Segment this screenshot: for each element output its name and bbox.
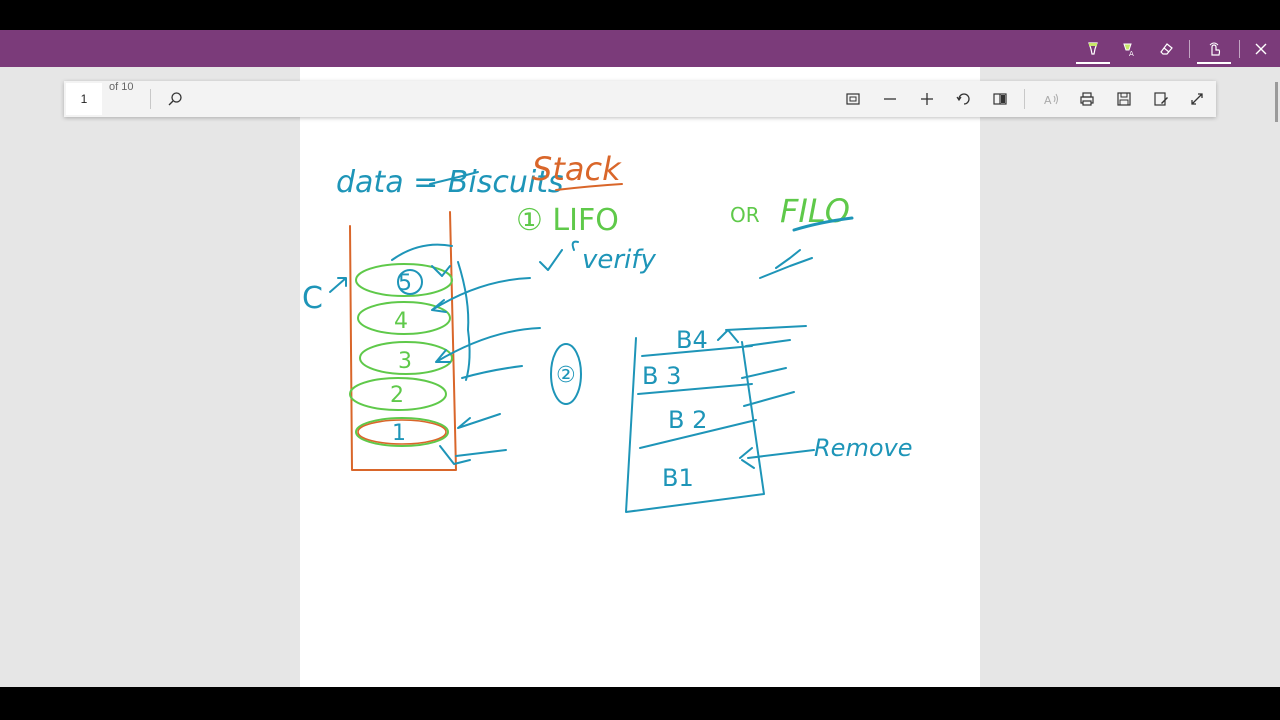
- or-text: OR: [730, 203, 760, 227]
- arrow-icon: [461, 365, 523, 379]
- zoom-out-icon[interactable]: [875, 84, 905, 114]
- toolbar-divider: [1024, 89, 1025, 109]
- box-label-b4: B4: [676, 326, 708, 354]
- titlebar-divider: [1239, 40, 1240, 58]
- stack-item-label: 2: [390, 383, 404, 408]
- brace: [457, 261, 471, 381]
- point2-label: ②: [556, 363, 576, 388]
- fit-page-icon[interactable]: [838, 84, 868, 114]
- stack-heading: Stack: [532, 150, 622, 188]
- save-as-icon[interactable]: [1146, 84, 1176, 114]
- svg-text:A: A: [1129, 50, 1134, 57]
- read-aloud-icon[interactable]: A: [1036, 84, 1066, 114]
- touch-write-icon[interactable]: [1197, 34, 1231, 64]
- check-mark: [759, 249, 813, 279]
- check-mark: [539, 249, 563, 271]
- stack-item-label: 3: [398, 349, 412, 374]
- toolbar-divider: [150, 89, 151, 109]
- page-view-icon[interactable]: [985, 84, 1015, 114]
- c-label: C: [302, 281, 323, 316]
- titlebar-divider: [1189, 40, 1190, 58]
- eraser-icon[interactable]: [1149, 34, 1183, 64]
- document-viewer: data = Biscuits Stack ① LIFO OR FILO ver…: [0, 67, 1280, 687]
- active-indicator: [1076, 62, 1110, 64]
- stack-item-label: 1: [392, 421, 406, 446]
- bottom-border: [0, 687, 1280, 720]
- box-label-b1: B1: [662, 464, 694, 492]
- verify-text: verify: [582, 245, 656, 275]
- arrow-icon: [431, 277, 531, 313]
- title-bar: A: [0, 30, 1280, 67]
- page-count-label: of 10: [109, 81, 134, 93]
- highlight-icon[interactable]: [1076, 34, 1110, 64]
- pdf-toolbar: 1 of 10 A: [64, 81, 1216, 117]
- save-icon[interactable]: [1109, 84, 1139, 114]
- search-icon[interactable]: [160, 84, 190, 114]
- stack-item-label: 4: [394, 309, 408, 334]
- remove-text: Remove: [814, 434, 912, 462]
- pdf-page: data = Biscuits Stack ① LIFO OR FILO ver…: [300, 67, 980, 687]
- page-number-input[interactable]: 1: [66, 83, 102, 115]
- lifo-point: ① LIFO: [516, 203, 619, 238]
- arrow-icon: [439, 445, 507, 465]
- print-icon[interactable]: [1072, 84, 1102, 114]
- check-mark: [571, 240, 579, 251]
- arrow-icon: [457, 413, 501, 429]
- box-label-b2: B 2: [668, 406, 707, 434]
- fullscreen-icon[interactable]: [1182, 84, 1212, 114]
- handwritten-notes: data = Biscuits Stack ① LIFO OR FILO ver…: [302, 150, 912, 513]
- box-label-b3: B 3: [642, 362, 681, 390]
- top-border: [0, 0, 1280, 30]
- arrow-icon: [329, 277, 347, 293]
- arrow-icon: [717, 325, 807, 343]
- close-icon[interactable]: [1244, 34, 1278, 64]
- arrow-icon: [739, 447, 815, 469]
- rotate-icon[interactable]: [949, 84, 979, 114]
- zoom-in-icon[interactable]: [912, 84, 942, 114]
- svg-text:A: A: [1044, 94, 1052, 107]
- active-indicator: [1197, 62, 1231, 64]
- text-highlight-icon[interactable]: A: [1112, 34, 1146, 64]
- notes-title: data = Biscuits: [336, 165, 564, 200]
- scrollbar[interactable]: [1275, 82, 1278, 122]
